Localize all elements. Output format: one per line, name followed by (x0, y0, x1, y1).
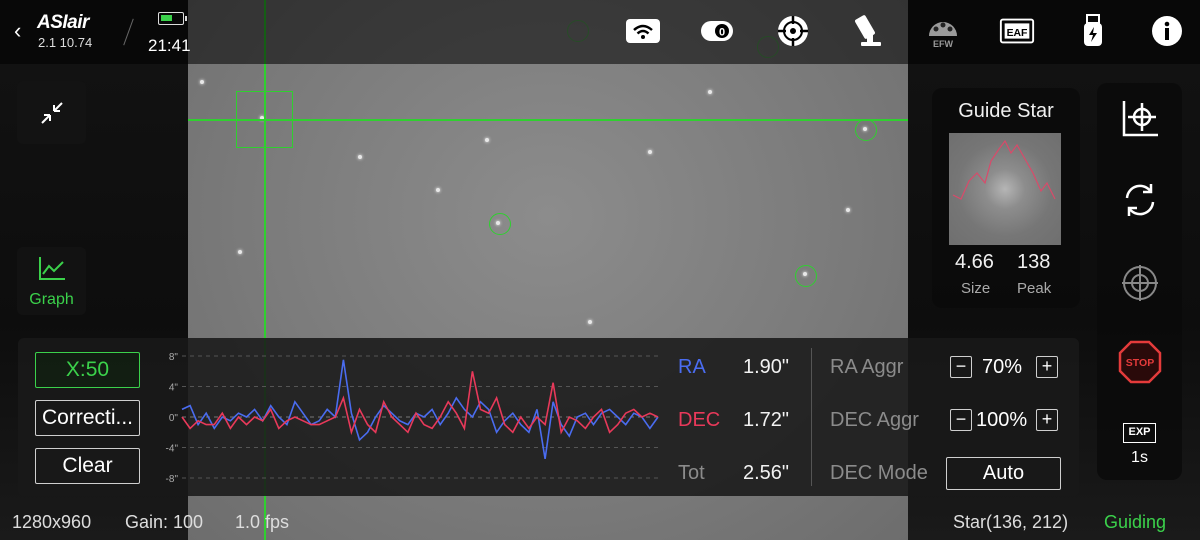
dec-rms-value: 1.72" (743, 409, 790, 431)
app-version: 2.1 10.74 (38, 35, 93, 50)
star (200, 80, 204, 84)
guide-star-thumbnail (949, 133, 1061, 245)
tot-rms-value: 2.56" (743, 462, 790, 484)
graph-toggle-button[interactable]: Graph (17, 247, 86, 315)
stop-button[interactable]: STOP (1097, 339, 1182, 385)
star-peak-value: 138 (1017, 251, 1051, 273)
tot-label: Tot (678, 462, 705, 484)
star (846, 208, 850, 212)
resolution: 1280x960 (12, 512, 92, 532)
star (708, 90, 712, 94)
star-size-label: Size (961, 280, 991, 297)
brand-logo: ASIair (37, 12, 89, 33)
graph-label: Graph (29, 291, 74, 308)
svg-text:EAF: EAF (1007, 28, 1028, 39)
star (436, 188, 440, 192)
guide-scope-icon[interactable] (774, 12, 812, 50)
svg-text:EFW: EFW (933, 39, 954, 48)
crosshair-horizontal (188, 119, 908, 121)
frame-rate: 1.0 fps (235, 512, 290, 532)
exposure-value: 1s (1131, 449, 1148, 466)
top-bar: ‹ ASIair 2.1 10.74 21:41 0 EFW EAF (0, 0, 1200, 64)
wifi-icon[interactable] (624, 12, 662, 50)
star-marker[interactable] (795, 265, 817, 287)
collapse-icon (40, 101, 63, 124)
correction-button[interactable]: Correcti... (35, 400, 140, 436)
y-tick-label: -4" (166, 444, 179, 455)
status-bar: 1280x960 Gain: 100 1.0 fps Star(136, 212… (0, 503, 1200, 540)
ra-aggr-label: RA Aggr (830, 356, 904, 378)
star-marker[interactable] (855, 119, 877, 141)
filter-wheel-icon[interactable]: EFW (924, 12, 962, 50)
ra-aggr-minus-button[interactable]: − (950, 356, 972, 378)
dec-mode-select[interactable]: Auto (946, 457, 1061, 490)
exp-label: EXP (1123, 423, 1156, 443)
star-position: Star(136, 212) (953, 512, 1069, 532)
target-icon (1121, 265, 1158, 301)
star-size-value: 4.66 (955, 251, 994, 273)
y-tick-label: 0" (169, 413, 179, 424)
ra-aggr-plus-button[interactable]: + (1036, 356, 1058, 378)
y-tick-label: -8" (166, 474, 179, 485)
info-icon[interactable] (1148, 12, 1186, 50)
battery-icon (158, 12, 187, 25)
dec-aggr-value: 100% (976, 409, 1028, 431)
star-marker[interactable] (489, 213, 511, 235)
ra-rms-value: 1.90" (743, 356, 790, 378)
clock: 21:41 (148, 36, 191, 55)
refresh-icon (1125, 184, 1154, 216)
guide-star-title: Guide Star (958, 100, 1054, 122)
dec-mode-label: DEC Mode (830, 462, 928, 484)
star (485, 138, 489, 142)
exposure-button[interactable]: EXP 1s (1097, 421, 1182, 471)
crosshair-axes-icon (1122, 101, 1158, 137)
guide-star-box (236, 91, 293, 148)
star (648, 150, 652, 154)
camera-icon[interactable]: 0 (698, 12, 736, 50)
dec-aggr-label: DEC Aggr (830, 409, 919, 431)
stop-icon: STOP (1118, 340, 1161, 384)
x-scale-button[interactable]: X:50 (35, 352, 140, 388)
ra-series-line (181, 359, 659, 460)
ra-aggr-value: 70% (982, 356, 1023, 378)
dec-label: DEC (678, 409, 721, 431)
ra-label: RA (678, 356, 706, 378)
panel-divider (811, 348, 812, 486)
star (358, 155, 362, 159)
guiding-panel: X:50 Correcti... Clear 8" 4" 0" -4" -8" RA 1… (18, 338, 1079, 496)
guide-star-panel: Guide Star 4.66 138 Size Peak (932, 88, 1080, 308)
graph-icon (39, 257, 65, 280)
clear-button[interactable]: Clear (35, 448, 140, 484)
telescope-mount-icon[interactable] (850, 12, 888, 50)
y-tick-label: 8" (169, 352, 179, 363)
right-toolbar: STOP EXP 1s (1097, 83, 1182, 480)
guide-graph: 8" 4" 0" -4" -8" (166, 352, 659, 485)
svg-text:0: 0 (719, 27, 725, 39)
svg-text:STOP: STOP (1125, 357, 1153, 369)
calibrate-button[interactable] (1097, 97, 1182, 141)
back-icon[interactable]: ‹ (14, 18, 21, 44)
battery-level (161, 15, 172, 21)
guide-target-button[interactable] (1097, 261, 1182, 305)
star (238, 250, 242, 254)
gain: Gain: 100 (125, 512, 204, 532)
dec-series-line (181, 371, 659, 436)
divider (123, 18, 134, 46)
collapse-view-button[interactable] (17, 81, 86, 144)
dec-aggr-minus-button[interactable]: − (950, 409, 972, 431)
focuser-icon[interactable]: EAF (998, 12, 1036, 50)
star (588, 320, 592, 324)
star-peak-label: Peak (1017, 280, 1052, 297)
y-tick-label: 4" (169, 383, 179, 394)
loop-button[interactable] (1097, 178, 1182, 222)
usb-drive-icon[interactable] (1074, 12, 1112, 50)
guiding-state: Guiding (1104, 512, 1167, 532)
dec-aggr-plus-button[interactable]: + (1036, 409, 1058, 431)
